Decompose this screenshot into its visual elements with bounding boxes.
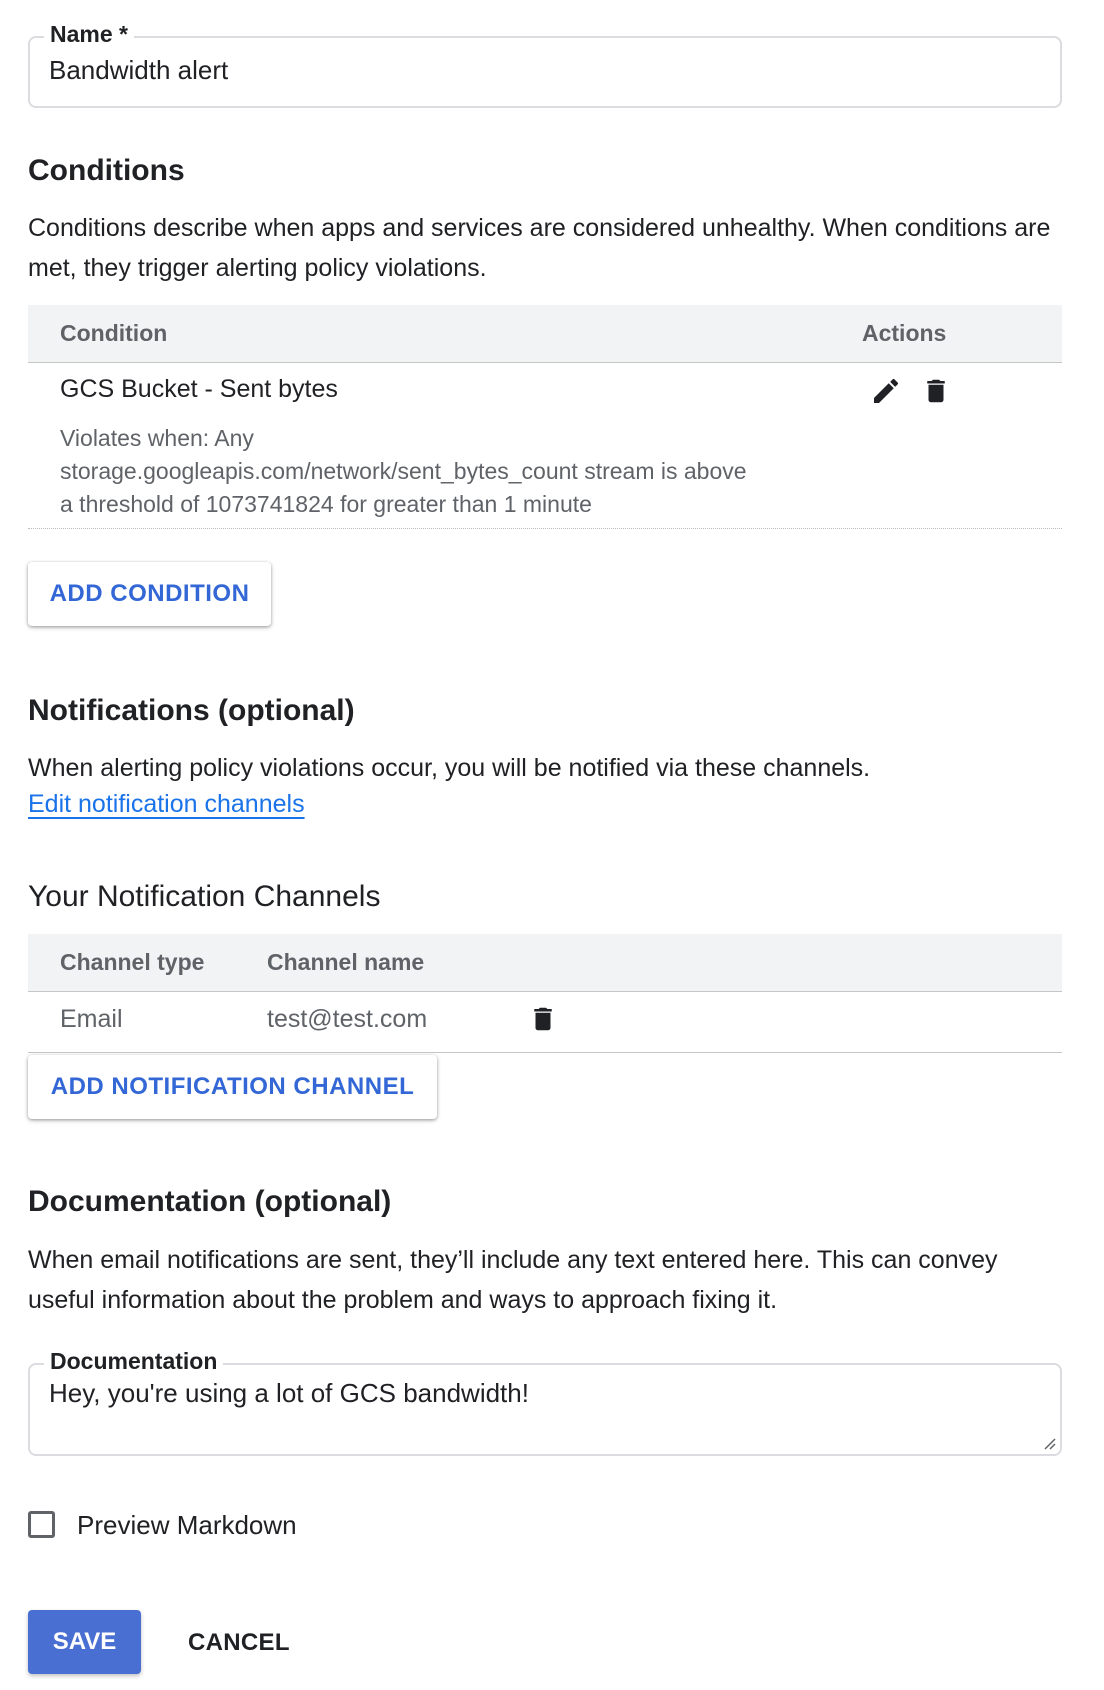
edit-notification-channels-link[interactable]: Edit notification channels xyxy=(28,790,305,819)
conditions-description: Conditions describe when apps and servic… xyxy=(28,214,1051,282)
channel-type-column-header: Channel type xyxy=(60,949,205,975)
preview-markdown-checkbox[interactable] xyxy=(28,1511,55,1538)
channels-heading: Your Notification Channels xyxy=(28,880,381,913)
notifications-description: When alerting policy violations occur, y… xyxy=(28,754,871,782)
delete-icon[interactable] xyxy=(921,376,951,406)
condition-column-header: Condition xyxy=(60,320,168,346)
name-field-value[interactable]: Bandwidth alert xyxy=(49,55,228,86)
conditions-heading: Conditions xyxy=(28,154,185,187)
channel-name-column-header: Channel name xyxy=(267,949,425,975)
documentation-heading: Documentation (optional) xyxy=(28,1185,392,1218)
condition-detail: Violates when: Any storage.googleapis.co… xyxy=(60,422,747,521)
documentation-field[interactable]: Documentation Hey, you're using a lot of… xyxy=(28,1348,1062,1456)
condition-detail-line: Violates when: Any xyxy=(60,425,254,451)
channel-type: Email xyxy=(60,1005,123,1033)
name-field[interactable]: Name * Bandwidth alert xyxy=(28,21,1062,108)
condition-detail-line: storage.googleapis.com/network/sent_byte… xyxy=(60,458,747,484)
row-divider xyxy=(28,1052,1062,1053)
delete-icon[interactable] xyxy=(528,1004,558,1034)
channel-name: test@test.com xyxy=(267,1005,428,1033)
condition-title: GCS Bucket - Sent bytes xyxy=(60,375,338,403)
notifications-heading: Notifications (optional) xyxy=(28,694,355,727)
cancel-button[interactable]: CANCEL xyxy=(188,1629,290,1657)
name-field-label: Name * xyxy=(44,21,134,48)
conditions-table-header: Condition Actions xyxy=(28,305,1062,363)
add-condition-button[interactable]: ADD CONDITION xyxy=(28,562,271,626)
edit-icon[interactable] xyxy=(870,375,902,407)
channels-table-header: Channel type Channel name xyxy=(28,934,1062,992)
add-notification-channel-button[interactable]: ADD NOTIFICATION CHANNEL xyxy=(28,1055,437,1119)
resize-handle-icon[interactable] xyxy=(1040,1434,1056,1450)
documentation-field-label: Documentation xyxy=(44,1348,224,1375)
actions-column-header: Actions xyxy=(862,320,947,346)
preview-markdown-label: Preview Markdown xyxy=(77,1510,297,1540)
save-button[interactable]: SAVE xyxy=(28,1610,141,1674)
documentation-description: When email notifications are sent, they’… xyxy=(28,1246,998,1314)
row-divider xyxy=(28,528,1062,529)
documentation-textarea[interactable]: Hey, you're using a lot of GCS bandwidth… xyxy=(49,1378,529,1409)
condition-detail-line: a threshold of 1073741824 for greater th… xyxy=(60,491,592,517)
